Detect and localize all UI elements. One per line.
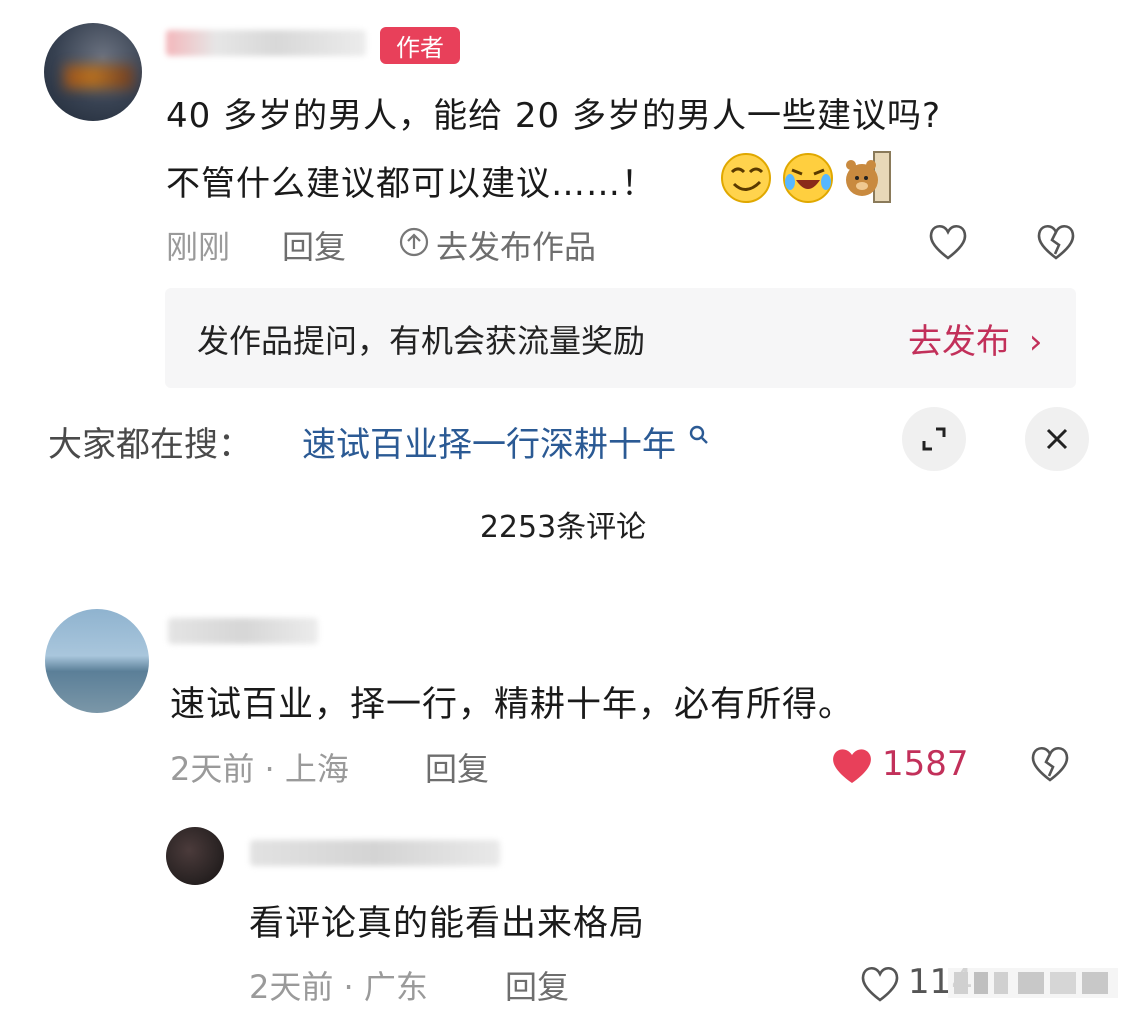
laughing-crying-emoji	[782, 152, 834, 204]
dislike-broken-heart-icon[interactable]	[1034, 220, 1078, 264]
post-time: 刚刚	[166, 228, 231, 266]
like-heart-icon[interactable]	[858, 962, 902, 1004]
expand-icon	[922, 427, 946, 451]
post-text-line2: 不管什么建议都可以建议……！	[166, 164, 656, 204]
reply-text: 看评论真的能看出来格局	[249, 904, 646, 944]
search-icon	[689, 425, 708, 444]
author-name-blurred	[166, 30, 366, 56]
comments-count: 2253条评论	[479, 510, 647, 545]
post-reply-button[interactable]: 回复	[282, 222, 346, 268]
close-button[interactable]	[1025, 407, 1089, 471]
banner-publish-label: 去发布	[908, 322, 1010, 362]
search-suggestion-term[interactable]: 速试百业择一行深耕十年	[302, 417, 711, 466]
search-suggestion-prefix: 大家都在搜：	[48, 425, 252, 465]
liked-heart-icon[interactable]	[829, 744, 875, 786]
comment-time-location: 2天前 · 上海	[170, 750, 349, 788]
reply-avatar[interactable]	[166, 827, 224, 885]
upload-icon	[398, 226, 430, 258]
reply-time-location: 2天前 · 广东	[249, 968, 428, 1006]
like-heart-icon[interactable]	[926, 220, 970, 264]
chevron-right-icon: ›	[1028, 322, 1043, 362]
reply-reply-button[interactable]: 回复	[505, 962, 569, 1008]
post-text-line1: 40 多岁的男人，能给 20 多岁的男人一些建议吗?	[166, 96, 941, 136]
dislike-broken-heart-icon[interactable]	[1028, 742, 1072, 786]
author-badge: 作者	[380, 27, 460, 64]
author-avatar[interactable]	[44, 23, 142, 121]
bear-door-emoji	[844, 150, 892, 204]
close-icon	[1046, 428, 1068, 450]
banner-publish-link[interactable]: 去发布 ›	[908, 314, 1042, 363]
commenter-name-blurred	[168, 618, 318, 644]
expand-button[interactable]	[902, 407, 966, 471]
comment-reply-button[interactable]: 回复	[425, 744, 489, 790]
comment-text: 速试百业，择一行，精耕十年，必有所得。	[170, 685, 855, 725]
commenter-avatar[interactable]	[45, 609, 149, 713]
banner-text: 发作品提问，有机会获流量奖励	[197, 322, 646, 360]
reply-name-blurred	[250, 840, 500, 866]
watermark-logo	[948, 962, 1118, 1004]
smirk-emoji	[720, 152, 772, 204]
comment-like-count: 1587	[882, 744, 969, 784]
publish-work-link[interactable]: 去发布作品	[436, 222, 596, 268]
search-suggestion-text: 速试百业择一行深耕十年	[302, 425, 676, 465]
